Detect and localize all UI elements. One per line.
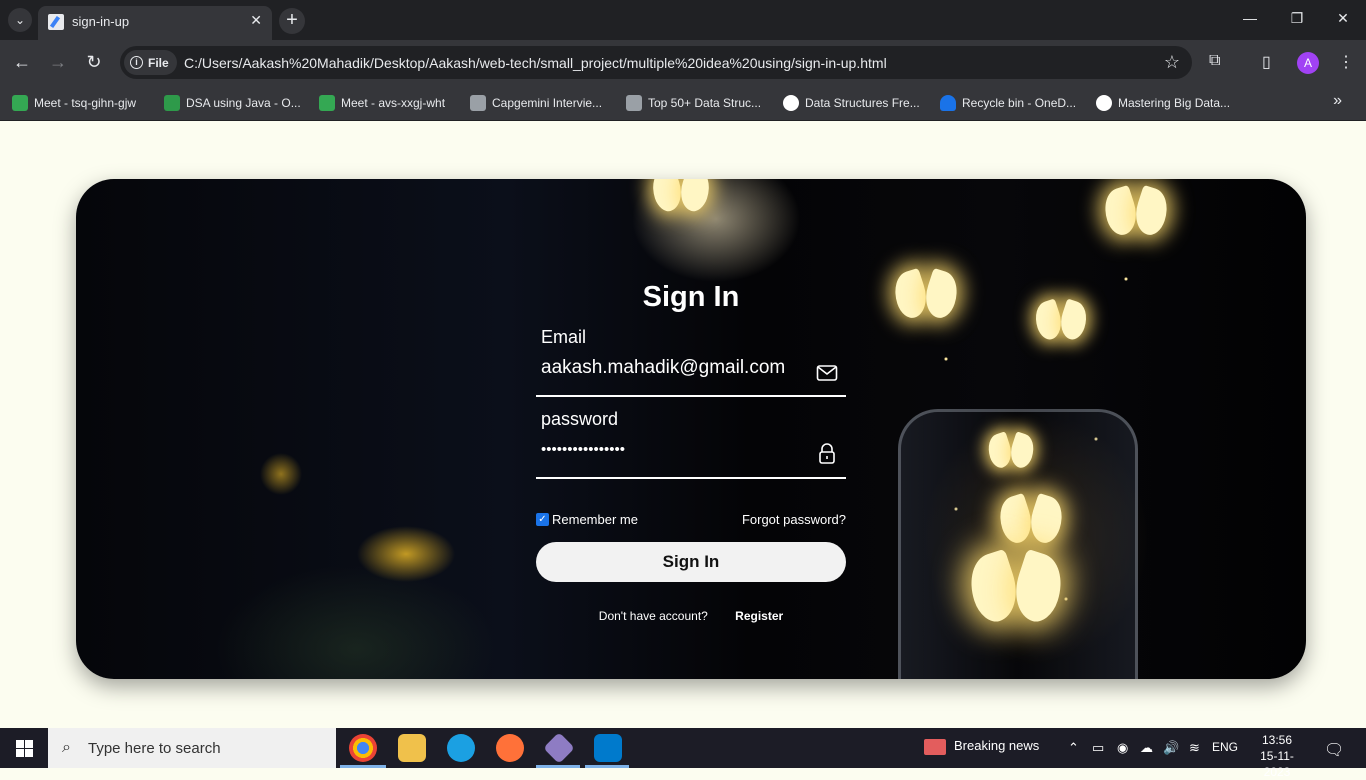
- register-row: Don't have account? Register: [536, 609, 846, 623]
- bookmark-item[interactable]: Capgemini Intervie...: [470, 93, 602, 113]
- google-icon: [1096, 95, 1112, 111]
- butterfly-image: [987, 434, 1035, 474]
- file-chip-label: File: [148, 55, 169, 70]
- bookmark-item[interactable]: Top 50+ Data Struc...: [626, 93, 761, 113]
- password-label: password: [541, 409, 619, 429]
- sign-in-form: Sign In Email password ••••••••••••••••: [536, 179, 846, 679]
- language-indicator[interactable]: ENG: [1212, 740, 1238, 754]
- bookmarks-bar: Meet - tsq-gihn-gjw DSA using Java - O..…: [0, 86, 1366, 121]
- remember-checkbox[interactable]: ✓: [536, 512, 549, 526]
- browser-tab[interactable]: sign-in-up ✕: [38, 6, 272, 40]
- news-text: Breaking news: [954, 738, 1040, 753]
- news-widget[interactable]: Breaking news: [924, 738, 1039, 755]
- taskbar-search-placeholder: Type here to search: [88, 739, 221, 757]
- url-text[interactable]: C:/Users/Aakash%20Mahadik/Desktop/Aakash…: [184, 55, 887, 71]
- address-bar[interactable]: i File C:/Users/Aakash%20Mahadik/Desktop…: [120, 46, 1192, 79]
- git-gui-icon[interactable]: [543, 732, 575, 764]
- butterfly-image: [1103, 189, 1169, 244]
- wifi-icon[interactable]: ≋: [1189, 740, 1200, 756]
- back-icon[interactable]: ←: [10, 52, 34, 73]
- windows-taskbar: ⌕ Type here to search Breaking news ⌃ ▭ …: [0, 728, 1366, 779]
- more-bookmarks-icon[interactable]: »: [1333, 92, 1342, 110]
- forgot-password-link[interactable]: Forgot password?: [742, 512, 846, 527]
- reload-icon[interactable]: ↻: [82, 52, 106, 73]
- battery-icon[interactable]: ▭: [1092, 740, 1104, 756]
- email-field: Email: [536, 327, 846, 397]
- news-icon: [924, 738, 946, 755]
- search-icon: ⌕: [62, 739, 71, 756]
- windows-start-icon[interactable]: [16, 740, 33, 757]
- bookmark-item[interactable]: Meet - avs-xxgj-wht: [319, 93, 445, 113]
- chrome-taskbar-icon[interactable]: [349, 734, 377, 762]
- meet-now-icon[interactable]: ◉: [1117, 740, 1128, 756]
- browser-toolbar: ← → ↻ i File C:/Users/Aakash%20Mahadik/D…: [0, 40, 1366, 86]
- file-explorer-icon[interactable]: [398, 734, 426, 762]
- info-icon: i: [130, 56, 143, 69]
- menu-kebab-icon[interactable]: ⋮: [1338, 52, 1354, 72]
- butterfly-image: [998, 497, 1064, 552]
- options-row: ✓ Remember me Forgot password?: [536, 509, 846, 529]
- bookmark-item[interactable]: Meet - tsq-gihn-gjw: [12, 93, 136, 113]
- browser-tab-strip: ⌄ sign-in-up ✕ + — ❐ ✕: [0, 0, 1366, 40]
- edge-icon[interactable]: [447, 734, 475, 762]
- bookmark-item[interactable]: Data Structures Fre...: [783, 93, 920, 113]
- extensions-icon[interactable]: ⧉: [1209, 52, 1220, 70]
- onedrive-cloud-icon: [940, 95, 956, 111]
- meet-icon: [12, 95, 28, 111]
- clock-date: 15-11-2023: [1260, 749, 1294, 779]
- side-panel-icon[interactable]: ▯: [1262, 52, 1271, 72]
- sign-in-card: Sign In Email password ••••••••••••••••: [76, 179, 1306, 679]
- password-input[interactable]: ••••••••••••••••: [541, 441, 806, 458]
- remember-me[interactable]: ✓ Remember me: [536, 512, 638, 527]
- butterfly-image: [968, 554, 1064, 634]
- mountain-icon: [470, 95, 486, 111]
- onedrive-icon[interactable]: ☁: [1140, 740, 1153, 756]
- sign-in-button[interactable]: Sign In: [536, 542, 846, 582]
- tab-title: sign-in-up: [72, 14, 130, 29]
- taskbar-search-box[interactable]: ⌕ Type here to search: [48, 728, 336, 768]
- site-info-chip[interactable]: i File: [124, 50, 177, 75]
- email-label: Email: [541, 327, 587, 347]
- page-viewport: Sign In Email password ••••••••••••••••: [0, 121, 1366, 728]
- mountain-icon: [626, 95, 642, 111]
- profile-avatar[interactable]: A: [1297, 52, 1319, 74]
- new-tab-button[interactable]: +: [279, 8, 305, 34]
- chevron-up-icon[interactable]: ⌃: [1068, 740, 1079, 756]
- restore-icon[interactable]: ❐: [1285, 10, 1309, 27]
- password-field: password ••••••••••••••••: [536, 409, 846, 479]
- system-clock[interactable]: 13:56 15-11-2023: [1252, 732, 1302, 780]
- no-account-text: Don't have account?: [598, 609, 708, 623]
- mail-icon: [816, 365, 838, 381]
- bookmark-item[interactable]: Recycle bin - OneD...: [940, 93, 1076, 113]
- minimize-icon[interactable]: —: [1238, 10, 1262, 26]
- volume-icon[interactable]: 🔊: [1163, 740, 1179, 756]
- tab-search-button[interactable]: ⌄: [8, 8, 32, 32]
- close-tab-icon[interactable]: ✕: [250, 12, 262, 29]
- clock-time: 13:56: [1261, 733, 1293, 747]
- lock-icon: [819, 443, 835, 464]
- bookmark-star-icon[interactable]: ☆: [1164, 52, 1180, 73]
- butterfly-image: [893, 272, 959, 327]
- course-icon: [164, 95, 180, 111]
- remember-label: Remember me: [552, 511, 638, 527]
- butterfly-image: [1034, 302, 1088, 347]
- google-icon: [783, 95, 799, 111]
- close-window-icon[interactable]: ✕: [1331, 10, 1355, 27]
- email-input[interactable]: [541, 357, 806, 379]
- bookmark-item[interactable]: DSA using Java - O...: [164, 93, 301, 113]
- page-favicon-icon: [48, 14, 64, 30]
- forward-icon[interactable]: →: [46, 52, 70, 73]
- firefox-icon[interactable]: [496, 734, 524, 762]
- register-link[interactable]: Register: [735, 609, 783, 623]
- vscode-icon[interactable]: [594, 734, 622, 762]
- bookmark-item[interactable]: Mastering Big Data...: [1096, 93, 1230, 113]
- notification-icon[interactable]: 🗨: [1324, 740, 1344, 760]
- meet-icon: [319, 95, 335, 111]
- form-title: Sign In: [642, 281, 740, 313]
